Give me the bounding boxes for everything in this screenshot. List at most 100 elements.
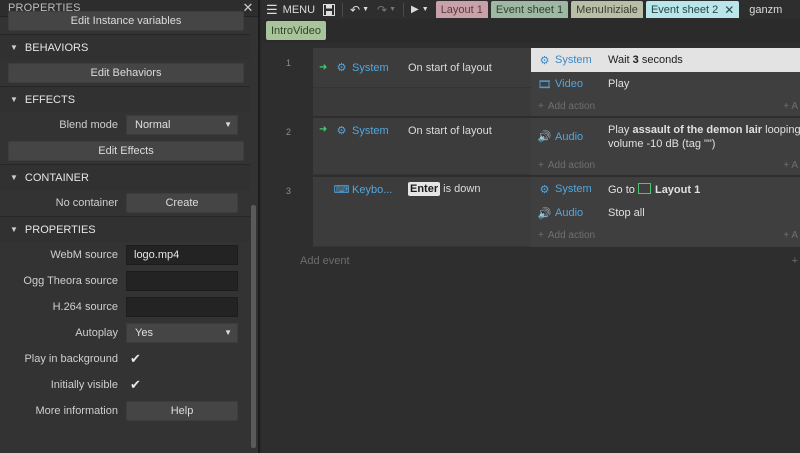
action-object-label: Video (555, 78, 583, 90)
action-object-label: System (555, 183, 592, 195)
undo-button[interactable]: ↶ ▼ (346, 0, 373, 19)
container-section-header[interactable]: ▼ CONTAINER (0, 164, 250, 190)
condition-object: ⚙ System (335, 124, 389, 138)
action-object-label: System (555, 54, 592, 66)
webm-source-input[interactable]: logo.mp4 (126, 245, 238, 265)
plus-icon: + A (783, 100, 798, 112)
autoplay-select[interactable]: Yes ▼ (126, 323, 238, 343)
condition-empty-area[interactable] (313, 88, 531, 116)
event-condition[interactable]: ➜ ⚙ System On start of layout (313, 118, 531, 175)
initially-visible-checkbox[interactable]: ✔ (126, 377, 141, 393)
collapse-triangle-icon: ▼ (10, 43, 18, 52)
action-object-label: Audio (555, 207, 584, 219)
autoplay-row: Autoplay Yes ▼ (0, 320, 250, 346)
plus-icon[interactable]: + (792, 255, 798, 267)
gear-icon: ⚙ (539, 54, 550, 67)
second-tab-row: IntroVideo (266, 21, 326, 40)
add-action-button[interactable]: + Add action + A (531, 96, 800, 116)
tab-layout-1[interactable]: Layout 1 (435, 1, 488, 18)
action-object: 🔊 Audio (538, 207, 583, 220)
close-icon[interactable]: ✕ (238, 0, 258, 16)
menu-button[interactable]: ☰ MENU (262, 0, 319, 19)
webm-source-label: WebM source (50, 249, 118, 261)
plus-icon: + A (783, 229, 798, 241)
action-row[interactable]: 🔊 Audio Stop all (531, 201, 800, 225)
event-condition[interactable]: ➜ ⚙ System On start of layout (313, 48, 531, 88)
ogg-source-input[interactable] (126, 271, 238, 291)
action-object: ⚙ System (538, 54, 592, 67)
blend-mode-select[interactable]: Normal ▼ (126, 115, 238, 135)
h264-source-row: H.264 source (0, 294, 250, 320)
dropdown-arrow-icon: ▼ (224, 328, 232, 337)
action-text-bold: Layout 1 (654, 183, 701, 196)
speaker-icon: 🔊 (537, 207, 552, 220)
action-row[interactable]: ⚙ System Wait 3 seconds (531, 48, 800, 72)
redo-button[interactable]: ↷ ▼ (373, 0, 400, 19)
action-row[interactable]: 🎞 Video Play (531, 72, 800, 96)
tab-intro-video[interactable]: IntroVideo (266, 21, 326, 40)
properties-title: PROPERTIES (8, 2, 81, 14)
tab-event-sheet-2[interactable]: Event sheet 2 ✕ (645, 1, 740, 18)
event-block[interactable]: ⌨ Keybo... Enter is down ⚙ System Go to … (313, 177, 800, 247)
add-event-button[interactable]: Add event (300, 255, 350, 267)
plus-icon: + (538, 100, 544, 112)
play-in-background-label: Play in background (24, 353, 118, 365)
edit-behaviors-button[interactable]: Edit Behaviors (8, 63, 244, 83)
action-object: 🎞 Video (538, 78, 583, 91)
action-text-bold: assault of the demon lair (632, 124, 763, 136)
toolbar-separator (403, 2, 405, 17)
add-action-label: Add action (547, 159, 596, 171)
menu-label: MENU (282, 3, 316, 16)
event-number: 2 (286, 127, 292, 137)
properties-scrollbar[interactable] (251, 205, 256, 448)
tab-event-sheet-1[interactable]: Event sheet 1 (490, 1, 569, 18)
condition-object-label: System (352, 61, 389, 74)
chevron-down-icon: ▼ (421, 6, 429, 13)
layout-icon (637, 182, 651, 194)
redo-icon: ↷ (377, 2, 388, 17)
autoplay-label: Autoplay (75, 327, 118, 339)
tab-menu-iniziale[interactable]: MenuIniziale (571, 1, 643, 18)
save-icon (323, 3, 336, 16)
preview-button[interactable]: ▶ ▼ (407, 0, 433, 19)
chevron-down-icon: ▼ (362, 6, 370, 13)
properties-section-header[interactable]: ▼ PROPERTIES (0, 216, 250, 242)
h264-source-input[interactable] (126, 297, 238, 317)
dropdown-arrow-icon: ▼ (224, 120, 232, 129)
main-toolbar: ☰ MENU ↶ ▼ ↷ ▼ ▶ ▼ Layout 1 Event sheet … (262, 0, 800, 19)
blend-mode-row: Blend mode Normal ▼ (0, 112, 250, 138)
create-container-button[interactable]: Create (126, 193, 238, 213)
properties-body: Edit Instance variables ▼ BEHAVIORS Edit… (0, 11, 258, 424)
gear-icon: ⚙ (336, 62, 347, 74)
event-block[interactable]: ➜ ⚙ System On start of layout ⚙ System W… (313, 48, 800, 116)
initially-visible-row: Initially visible ✔ (0, 372, 250, 398)
event-block[interactable]: ➜ ⚙ System On start of layout 🔊 Audio Pl… (313, 118, 800, 175)
plus-icon: + (538, 229, 544, 241)
action-object-label: Audio (555, 130, 584, 143)
add-action-button[interactable]: + Add action + A (531, 225, 800, 245)
app-window: PROPERTIES ✕ Edit Instance variables ▼ B… (0, 0, 800, 453)
properties-panel: PROPERTIES ✕ Edit Instance variables ▼ B… (0, 0, 260, 453)
event-sheet: 1 ➜ ⚙ System On start of layout ⚙ System… (262, 42, 800, 453)
edit-effects-button[interactable]: Edit Effects (8, 141, 244, 161)
plus-icon: + (538, 159, 544, 171)
user-name[interactable]: ganzm (749, 4, 782, 16)
effects-section-header[interactable]: ▼ EFFECTS (0, 86, 250, 112)
action-row[interactable]: ⚙ System Go to Layout 1 (531, 177, 800, 201)
action-text-part: volume -10 dB (tag "") (608, 138, 716, 150)
action-text-part: Play (608, 124, 633, 136)
action-row[interactable]: 🔊 Audio Play assault of the demon lair l… (531, 118, 800, 155)
event-actions: ⚙ System Go to Layout 1 🔊 Audio Stop all… (531, 177, 800, 247)
save-button[interactable] (319, 0, 339, 19)
condition-object: ⚙ System (335, 61, 389, 75)
edit-instance-variables-button[interactable]: Edit Instance variables (8, 11, 244, 31)
condition-object-label: Keybo... (352, 183, 393, 196)
add-action-button[interactable]: + Add action + A (531, 155, 800, 175)
behaviors-section-header[interactable]: ▼ BEHAVIORS (0, 34, 250, 60)
help-button[interactable]: Help (126, 401, 238, 421)
close-tab-icon[interactable]: ✕ (724, 3, 734, 17)
condition-text: Enter is down (408, 182, 480, 196)
play-in-background-checkbox[interactable]: ✔ (126, 351, 141, 367)
event-condition[interactable]: ⌨ Keybo... Enter is down (313, 177, 531, 247)
gear-icon: ⚙ (539, 183, 550, 196)
